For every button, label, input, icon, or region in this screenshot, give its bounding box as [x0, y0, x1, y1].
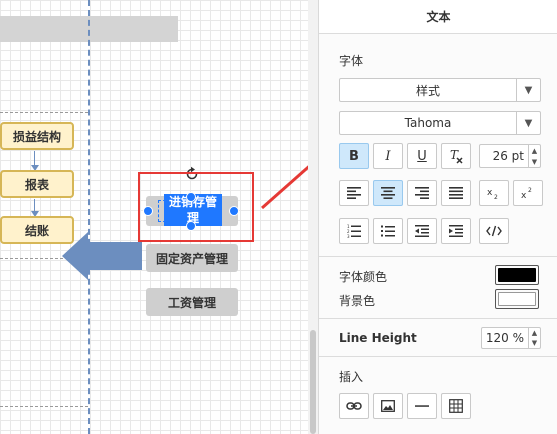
table-icon [449, 399, 463, 413]
chevron-up-icon[interactable]: ▲ [529, 328, 540, 338]
underline-button[interactable]: U [407, 143, 437, 169]
vertical-scrollbar-thumb[interactable] [310, 330, 316, 434]
background-color-label: 背景色 [339, 294, 376, 308]
chevron-up-icon[interactable]: ▲ [529, 145, 540, 156]
insert-image-button[interactable] [373, 393, 403, 419]
chevron-down-icon[interactable]: ▼ [529, 338, 540, 348]
insert-horizontal-rule-button[interactable] [407, 393, 437, 419]
superscript-icon: x 2 [521, 187, 532, 200]
tab-text[interactable]: 文本 [319, 0, 557, 34]
align-left-icon [347, 187, 361, 199]
numbered-list-button[interactable]: 1 2 3 [339, 218, 369, 244]
swimlane-divider [88, 0, 90, 434]
align-left-button[interactable] [339, 180, 369, 206]
chevron-down-icon: ▼ [516, 79, 540, 101]
highlight-frame [138, 172, 254, 242]
justify-button[interactable] [441, 180, 471, 206]
svg-text:2: 2 [528, 187, 532, 194]
font-family-select[interactable]: Tahoma ▼ [339, 111, 541, 135]
svg-text:x: x [521, 191, 527, 200]
code-icon [486, 225, 502, 237]
align-center-icon [381, 187, 395, 199]
line-height-stepper[interactable]: 120 % ▲ ▼ [481, 327, 541, 349]
align-center-button[interactable] [373, 180, 403, 206]
flow-node-report[interactable]: 报表 [0, 170, 74, 198]
fixed-assets-shape[interactable]: 固定资产管理 [146, 244, 238, 272]
line-height-label: Line Height [339, 331, 417, 345]
svg-text:x: x [487, 188, 493, 198]
chevron-down-icon: ▼ [516, 112, 540, 134]
chevron-down-icon[interactable]: ▼ [529, 156, 540, 167]
clear-format-button[interactable]: T [441, 143, 471, 169]
section-divider [319, 356, 557, 357]
background-color-picker[interactable] [495, 289, 539, 309]
font-size-stepper[interactable]: 26 pt ▲ ▼ [479, 144, 541, 168]
flow-node-profit-structure[interactable]: 损益结构 [0, 122, 74, 150]
style-select-value: 样式 [415, 83, 440, 98]
subscript-button[interactable]: x 2 [479, 180, 509, 206]
bold-button[interactable]: B [339, 143, 369, 169]
font-family-value: Tahoma [404, 116, 452, 130]
link-icon [346, 402, 362, 410]
outdent-icon [415, 225, 429, 237]
connector-arrow[interactable] [31, 151, 39, 171]
diagram-canvas[interactable]: 损益结构 报表 结账 进销存管理 固定资产管理 工资管理 [0, 0, 318, 434]
font-color-swatch [498, 268, 536, 282]
svg-text:3: 3 [347, 234, 350, 238]
horizontal-rule-icon [415, 405, 429, 407]
outdent-button[interactable] [407, 218, 437, 244]
section-divider [319, 318, 557, 319]
lane-separator [0, 406, 88, 407]
font-section-label: 字体 [339, 54, 364, 68]
font-color-picker[interactable] [495, 265, 539, 285]
subscript-icon: x 2 [487, 188, 498, 200]
insert-label: 插入 [339, 370, 364, 384]
format-panel: 文本 字体 样式 ▼ Tahoma ▼ B I U T 26 pt ▲ ▼ x … [318, 0, 557, 434]
indent-button[interactable] [441, 218, 471, 244]
font-color-label: 字体颜色 [339, 270, 388, 284]
insert-link-button[interactable] [339, 393, 369, 419]
connector-arrow[interactable] [31, 199, 39, 217]
payroll-shape[interactable]: 工资管理 [146, 288, 238, 316]
svg-text:T: T [450, 148, 459, 162]
stepper-arrows[interactable]: ▲ ▼ [528, 328, 540, 348]
left-arrow-shape[interactable] [62, 232, 142, 280]
image-icon [381, 400, 395, 412]
bulleted-list-icon [381, 225, 395, 237]
align-right-button[interactable] [407, 180, 437, 206]
svg-text:2: 2 [494, 194, 498, 200]
clear-format-icon: T [450, 148, 463, 164]
bulleted-list-button[interactable] [373, 218, 403, 244]
insert-table-button[interactable] [441, 393, 471, 419]
numbered-list-icon: 1 2 3 [347, 224, 361, 238]
italic-button[interactable]: I [373, 143, 403, 169]
superscript-button[interactable]: x 2 [513, 180, 543, 206]
justify-icon [449, 187, 463, 199]
html-code-button[interactable] [479, 218, 509, 244]
line-height-value: 120 % [485, 331, 524, 345]
indent-icon [449, 225, 463, 237]
section-divider [319, 256, 557, 257]
background-color-swatch [498, 292, 536, 306]
lane-separator [0, 112, 88, 113]
stepper-arrows[interactable]: ▲ ▼ [528, 145, 540, 167]
font-size-value: 26 pt [492, 149, 524, 163]
align-right-icon [415, 187, 429, 199]
style-select[interactable]: 样式 ▼ [339, 78, 541, 102]
